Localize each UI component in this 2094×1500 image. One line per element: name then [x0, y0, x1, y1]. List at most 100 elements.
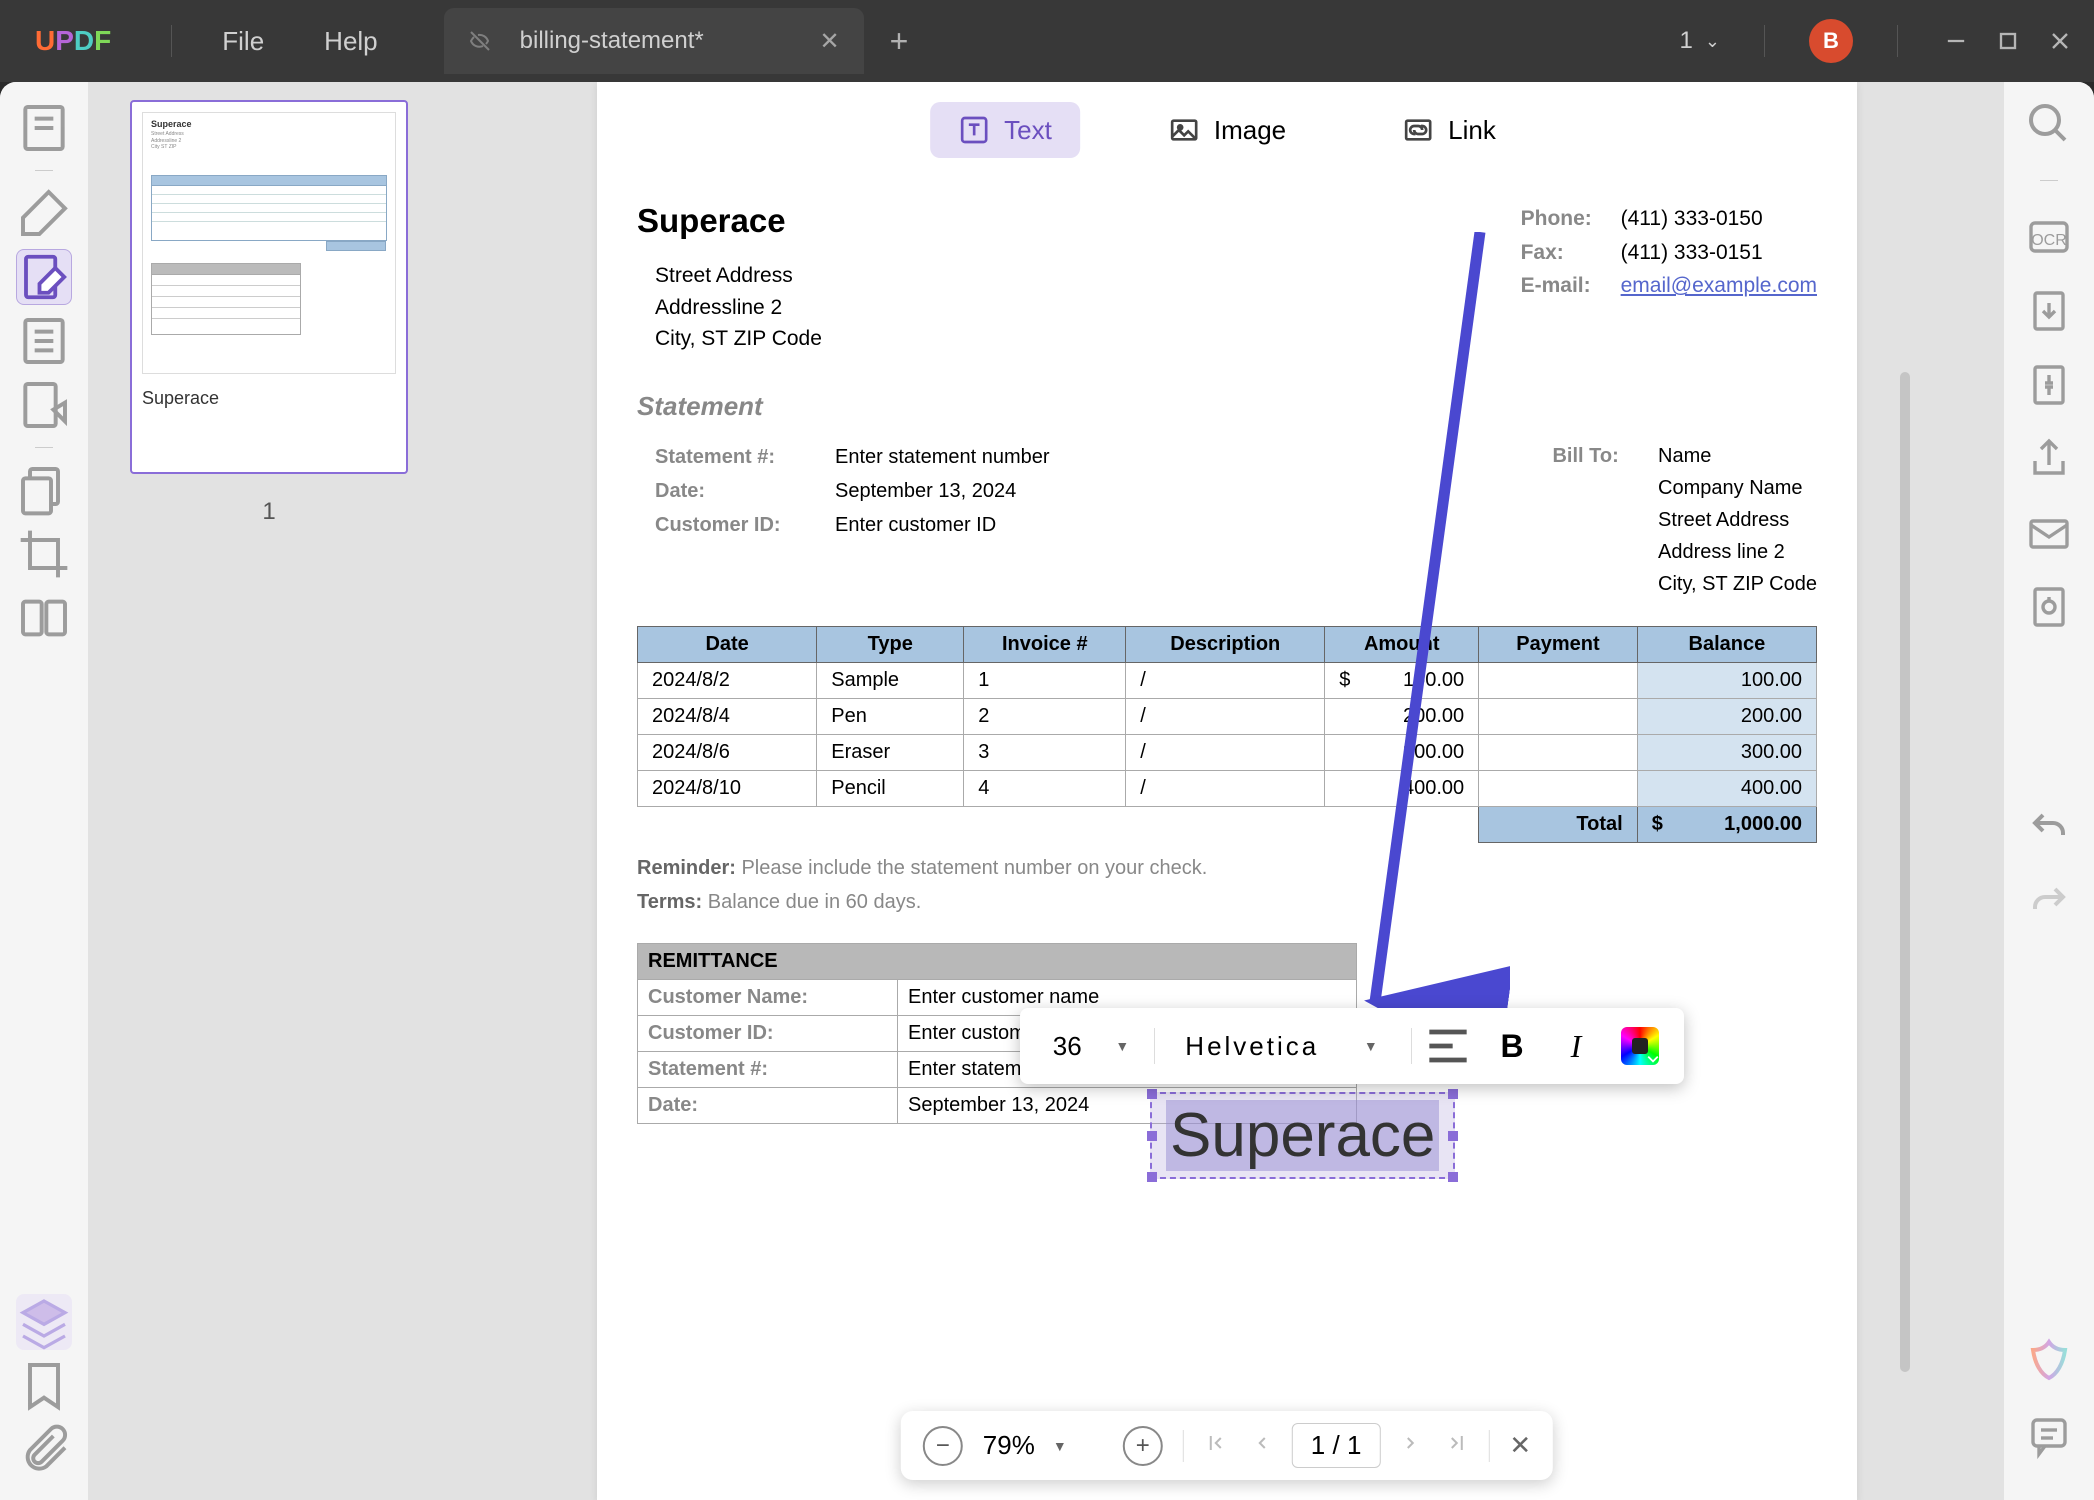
editing-text[interactable]: Superace: [1166, 1100, 1439, 1171]
compress-button[interactable]: [2025, 361, 2073, 409]
address-line[interactable]: Addressline 2: [655, 292, 822, 324]
separator: [1897, 25, 1898, 57]
protect-button[interactable]: [2025, 583, 2073, 631]
billto-city[interactable]: City, ST ZIP Code: [1658, 568, 1817, 600]
bold-button[interactable]: B: [1484, 1018, 1540, 1074]
color-picker-button[interactable]: [1612, 1018, 1668, 1074]
reader-mode-button[interactable]: [16, 100, 72, 156]
bookmark-button[interactable]: [16, 1358, 72, 1414]
table-header: Payment: [1479, 626, 1638, 662]
phone-value[interactable]: (411) 333-0150: [1621, 207, 1763, 230]
billto-label: Bill To:: [1552, 440, 1652, 472]
table-row[interactable]: 2024/8/4Pen2/200.00200.00: [638, 698, 1817, 734]
table-row[interactable]: 2024/8/10Pencil4/400.00400.00: [638, 770, 1817, 806]
title-bar: UPDF File Help billing-statement* ✕ + 1⌄…: [0, 0, 2094, 82]
font-family-select[interactable]: Helvetica▼: [1163, 1031, 1403, 1062]
address-line[interactable]: Street Address: [655, 260, 822, 292]
font-size-select[interactable]: 36▼: [1036, 1031, 1146, 1062]
page-indicator[interactable]: 1⌄: [1680, 27, 1720, 55]
zoom-out-button[interactable]: −: [923, 1426, 963, 1466]
stmt-date-label: Date:: [655, 474, 835, 508]
menu-file[interactable]: File: [222, 26, 264, 57]
stmt-cust-value[interactable]: Enter customer ID: [835, 514, 996, 536]
phone-label: Phone:: [1521, 202, 1621, 236]
menu-help[interactable]: Help: [324, 26, 377, 57]
align-button[interactable]: [1420, 1018, 1476, 1074]
page-input[interactable]: 1 / 1: [1292, 1423, 1381, 1468]
first-page-button[interactable]: [1204, 1431, 1228, 1461]
prev-page-button[interactable]: [1248, 1431, 1272, 1461]
tab-close-button[interactable]: ✕: [820, 27, 840, 56]
user-avatar[interactable]: B: [1809, 19, 1853, 63]
comment-mode-button[interactable]: [16, 185, 72, 241]
document-tab[interactable]: billing-statement* ✕: [444, 8, 864, 74]
billto-company[interactable]: Company Name: [1658, 472, 1817, 504]
edit-mode-button[interactable]: [16, 249, 72, 305]
thumbnail-page-number: 1: [262, 498, 275, 526]
search-button[interactable]: [2025, 100, 2073, 148]
link-mode-button[interactable]: Link: [1374, 102, 1524, 158]
convert-button[interactable]: [2025, 287, 2073, 335]
billto-addr2[interactable]: Address line 2: [1658, 536, 1817, 568]
page-thumbnail[interactable]: Superace Street AddressAddressline 2City…: [130, 100, 408, 474]
share-button[interactable]: [2025, 435, 2073, 483]
stmt-cust-label: Customer ID:: [655, 508, 835, 542]
reminder-text[interactable]: Please include the statement number on y…: [741, 857, 1207, 879]
new-tab-button[interactable]: +: [890, 23, 909, 60]
statement-title[interactable]: Statement: [637, 391, 1817, 422]
close-controls-button[interactable]: ✕: [1509, 1430, 1531, 1461]
crop-tool-button[interactable]: [16, 526, 72, 582]
email-value[interactable]: email@example.com: [1621, 274, 1817, 297]
document-canvas[interactable]: Text Image Link Superace Street Address …: [450, 82, 2004, 1500]
close-button[interactable]: [2046, 27, 2074, 55]
terms-text[interactable]: Balance due in 60 days.: [708, 891, 922, 913]
layers-button[interactable]: [16, 1294, 72, 1350]
billto-street[interactable]: Street Address: [1658, 504, 1817, 536]
italic-button[interactable]: I: [1548, 1018, 1604, 1074]
next-page-button[interactable]: [1400, 1431, 1424, 1461]
scrollbar[interactable]: [1900, 372, 1910, 1372]
maximize-button[interactable]: [1994, 27, 2022, 55]
text-mode-button[interactable]: Text: [930, 102, 1080, 158]
ai-assistant-button[interactable]: [2025, 1338, 2073, 1386]
redo-button[interactable]: [2025, 877, 2073, 925]
fax-value[interactable]: (411) 333-0151: [1621, 241, 1763, 264]
total-value: $1,000.00: [1637, 806, 1816, 842]
text-edit-box[interactable]: Superace: [1150, 1092, 1455, 1179]
comments-button[interactable]: [2025, 1412, 2073, 1460]
table-row[interactable]: 2024/8/6Eraser3/300.00300.00: [638, 734, 1817, 770]
compare-tool-button[interactable]: [16, 590, 72, 646]
email-button[interactable]: [2025, 509, 2073, 557]
text-icon: [958, 114, 990, 146]
zoom-select[interactable]: 79%▼: [983, 1430, 1103, 1461]
billto-name[interactable]: Name: [1658, 440, 1817, 472]
organize-mode-button[interactable]: [16, 313, 72, 369]
svg-text:OCR: OCR: [2031, 232, 2067, 249]
company-name[interactable]: Superace: [637, 202, 822, 240]
form-mode-button[interactable]: [16, 377, 72, 433]
attachment-button[interactable]: [16, 1422, 72, 1478]
table-row[interactable]: 2024/8/2Sample1/$100.00100.00: [638, 662, 1817, 698]
no-preview-icon: [468, 29, 492, 53]
stmt-date-value[interactable]: September 13, 2024: [835, 480, 1016, 502]
address-line[interactable]: City, ST ZIP Code: [655, 323, 822, 355]
undo-button[interactable]: [2025, 803, 2073, 851]
page-tool-button[interactable]: [16, 462, 72, 518]
stmt-num-value[interactable]: Enter statement number: [835, 446, 1050, 468]
email-label: E-mail:: [1521, 269, 1621, 303]
document-page: Superace Street Address Addressline 2 Ci…: [597, 82, 1857, 1500]
image-mode-button[interactable]: Image: [1140, 102, 1314, 158]
app-logo: UPDF: [35, 25, 111, 57]
statement-table: DateTypeInvoice #DescriptionAmountPaymen…: [637, 626, 1817, 843]
text-format-toolbar: 36▼ Helvetica▼ B I: [1020, 1008, 1684, 1084]
thumbnail-text-preview: Superace: [142, 388, 396, 409]
minimize-button[interactable]: [1942, 27, 1970, 55]
tab-title: billing-statement*: [520, 27, 792, 55]
zoom-in-button[interactable]: +: [1123, 1426, 1163, 1466]
table-header: Type: [817, 626, 964, 662]
ocr-button[interactable]: OCR: [2025, 213, 2073, 261]
reminder-label: Reminder:: [637, 857, 736, 879]
separator: [1764, 25, 1765, 57]
table-header: Description: [1126, 626, 1325, 662]
last-page-button[interactable]: [1444, 1431, 1468, 1461]
